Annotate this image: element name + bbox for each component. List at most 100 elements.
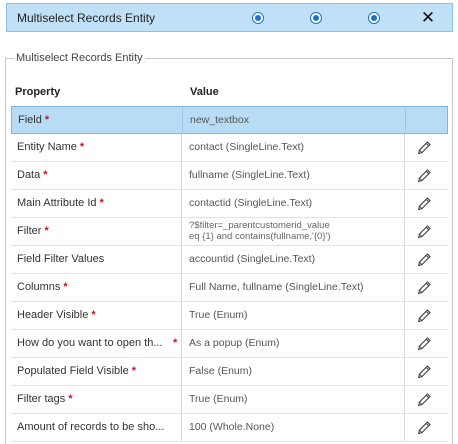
radio-option-1[interactable] <box>252 12 264 24</box>
action-cell <box>405 218 448 245</box>
property-label: Amount of records to be sho... <box>17 421 165 433</box>
action-cell <box>405 134 448 161</box>
edit-pencil-icon[interactable] <box>416 391 433 408</box>
value-cell: fullname (SingleLine.Text) <box>182 162 405 189</box>
property-label: Header Visible <box>17 309 89 321</box>
column-header-value: Value <box>190 86 219 98</box>
property-cell: Entity Name * <box>11 134 182 161</box>
value-text-line: eq {1} and contains(fullname,'{0}') <box>189 231 331 242</box>
action-cell <box>405 246 448 273</box>
required-marker: * <box>63 281 68 293</box>
value-text: 100 (Whole.None) <box>189 421 275 433</box>
group-legend: Multiselect Records Entity <box>16 52 143 64</box>
action-cell <box>405 274 448 301</box>
value-text: accountid (SingleLine.Text) <box>189 253 316 265</box>
required-marker: * <box>173 337 178 349</box>
action-cell <box>405 330 448 357</box>
table-row[interactable]: How do you want to open th... * As a popup… <box>11 330 448 358</box>
entity-header-bar: Multiselect Records Entity ✕ <box>6 3 453 32</box>
table-row[interactable]: Columns * Full Name, fullname (SingleLine.… <box>11 274 448 302</box>
edit-pencil-icon[interactable] <box>416 335 433 352</box>
value-text: contact (SingleLine.Text) <box>189 141 304 153</box>
action-cell <box>405 414 448 441</box>
property-cell: Header Visible * <box>11 302 182 329</box>
property-cell: Main Attribute Id * <box>11 190 182 217</box>
required-marker: * <box>131 365 136 377</box>
value-text: As a popup (Enum) <box>189 337 280 349</box>
required-marker: * <box>44 114 50 126</box>
table-row[interactable]: Filter tags * True (Enum) <box>11 386 448 414</box>
value-text: new_textbox <box>190 114 249 126</box>
entity-title: Multiselect Records Entity <box>17 11 156 25</box>
edit-pencil-icon[interactable] <box>416 223 433 240</box>
property-label: Data <box>17 169 41 181</box>
edit-pencil-icon[interactable] <box>416 363 433 380</box>
property-cell: Filter * <box>11 218 182 245</box>
table-row[interactable]: Populated Field Visible * False (Enum) <box>11 358 448 386</box>
table-row[interactable]: Filter * ?$filter=_parentcustomerid_value e… <box>11 218 448 246</box>
action-cell <box>405 358 448 385</box>
value-cell: accountid (SingleLine.Text) <box>182 246 405 273</box>
property-label: Field Filter Values <box>17 253 105 265</box>
property-label: Populated Field Visible <box>17 365 129 377</box>
table-row[interactable]: Field * new_textbox <box>11 106 448 134</box>
required-marker: * <box>44 225 49 237</box>
property-label: Columns <box>17 281 61 293</box>
table-row[interactable]: Amount of records to be sho... 100 (Whole… <box>11 414 448 442</box>
action-cell <box>405 302 448 329</box>
value-cell: contact (SingleLine.Text) <box>182 134 405 161</box>
property-cell: How do you want to open th... * <box>11 330 182 357</box>
table-row[interactable]: Entity Name * contact (SingleLine.Text) <box>11 134 448 162</box>
value-text: True (Enum) <box>189 309 248 321</box>
property-label: Entity Name <box>17 141 77 153</box>
edit-pencil-icon[interactable] <box>416 307 433 324</box>
edit-pencil-icon[interactable] <box>416 251 433 268</box>
table-row[interactable]: Data * fullname (SingleLine.Text) <box>11 162 448 190</box>
property-cell: Data * <box>11 162 182 189</box>
value-cell: ?$filter=_parentcustomerid_value eq {1} a… <box>182 218 405 245</box>
value-cell: Full Name, fullname (SingleLine.Text) <box>182 274 405 301</box>
property-table: Field * new_textbox Entity Name * contact (Si… <box>11 106 448 442</box>
edit-pencil-icon[interactable] <box>416 279 433 296</box>
property-label: Filter tags <box>17 393 66 405</box>
table-row[interactable]: Main Attribute Id * contactid (SingleLine.… <box>11 190 448 218</box>
required-marker: * <box>68 393 73 405</box>
close-icon[interactable]: ✕ <box>418 8 438 28</box>
action-cell <box>405 386 448 413</box>
value-cell: True (Enum) <box>182 302 405 329</box>
required-marker: * <box>91 309 96 321</box>
required-marker: * <box>79 141 85 153</box>
property-label: Field <box>18 114 42 126</box>
edit-pencil-icon[interactable] <box>416 167 433 184</box>
value-text: True (Enum) <box>189 393 248 405</box>
table-row[interactable]: Field Filter Values accountid (SingleLine… <box>11 246 448 274</box>
table-row[interactable]: Header Visible * True (Enum) <box>11 302 448 330</box>
property-cell: Field * <box>12 107 183 134</box>
property-cell: Columns * <box>11 274 182 301</box>
radio-option-2[interactable] <box>310 12 322 24</box>
required-marker: * <box>99 197 104 209</box>
value-cell: 100 (Whole.None) <box>182 414 405 441</box>
action-cell <box>406 107 449 134</box>
value-text: fullname (SingleLine.Text) <box>189 169 310 181</box>
property-cell: Populated Field Visible * <box>11 358 182 385</box>
edit-pencil-icon[interactable] <box>416 419 433 436</box>
value-cell: As a popup (Enum) <box>182 330 405 357</box>
value-text-line: ?$filter=_parentcustomerid_value <box>189 220 330 231</box>
property-label: Main Attribute Id <box>17 197 97 209</box>
value-text: Full Name, fullname (SingleLine.Text) <box>189 281 364 293</box>
property-cell: Field Filter Values <box>11 246 182 273</box>
value-cell: True (Enum) <box>182 386 405 413</box>
property-cell: Filter tags * <box>11 386 182 413</box>
radio-option-3[interactable] <box>368 12 380 24</box>
required-marker: * <box>43 169 48 181</box>
property-cell: Amount of records to be sho... <box>11 414 182 441</box>
value-cell: contactid (SingleLine.Text) <box>182 190 405 217</box>
action-cell <box>405 162 448 189</box>
edit-pencil-icon[interactable] <box>416 195 433 212</box>
value-cell: new_textbox <box>183 107 406 134</box>
property-label: How do you want to open th... <box>17 337 163 349</box>
edit-pencil-icon[interactable] <box>416 139 433 156</box>
value-text: contactid (SingleLine.Text) <box>189 197 313 209</box>
column-header-property: Property <box>15 86 61 98</box>
